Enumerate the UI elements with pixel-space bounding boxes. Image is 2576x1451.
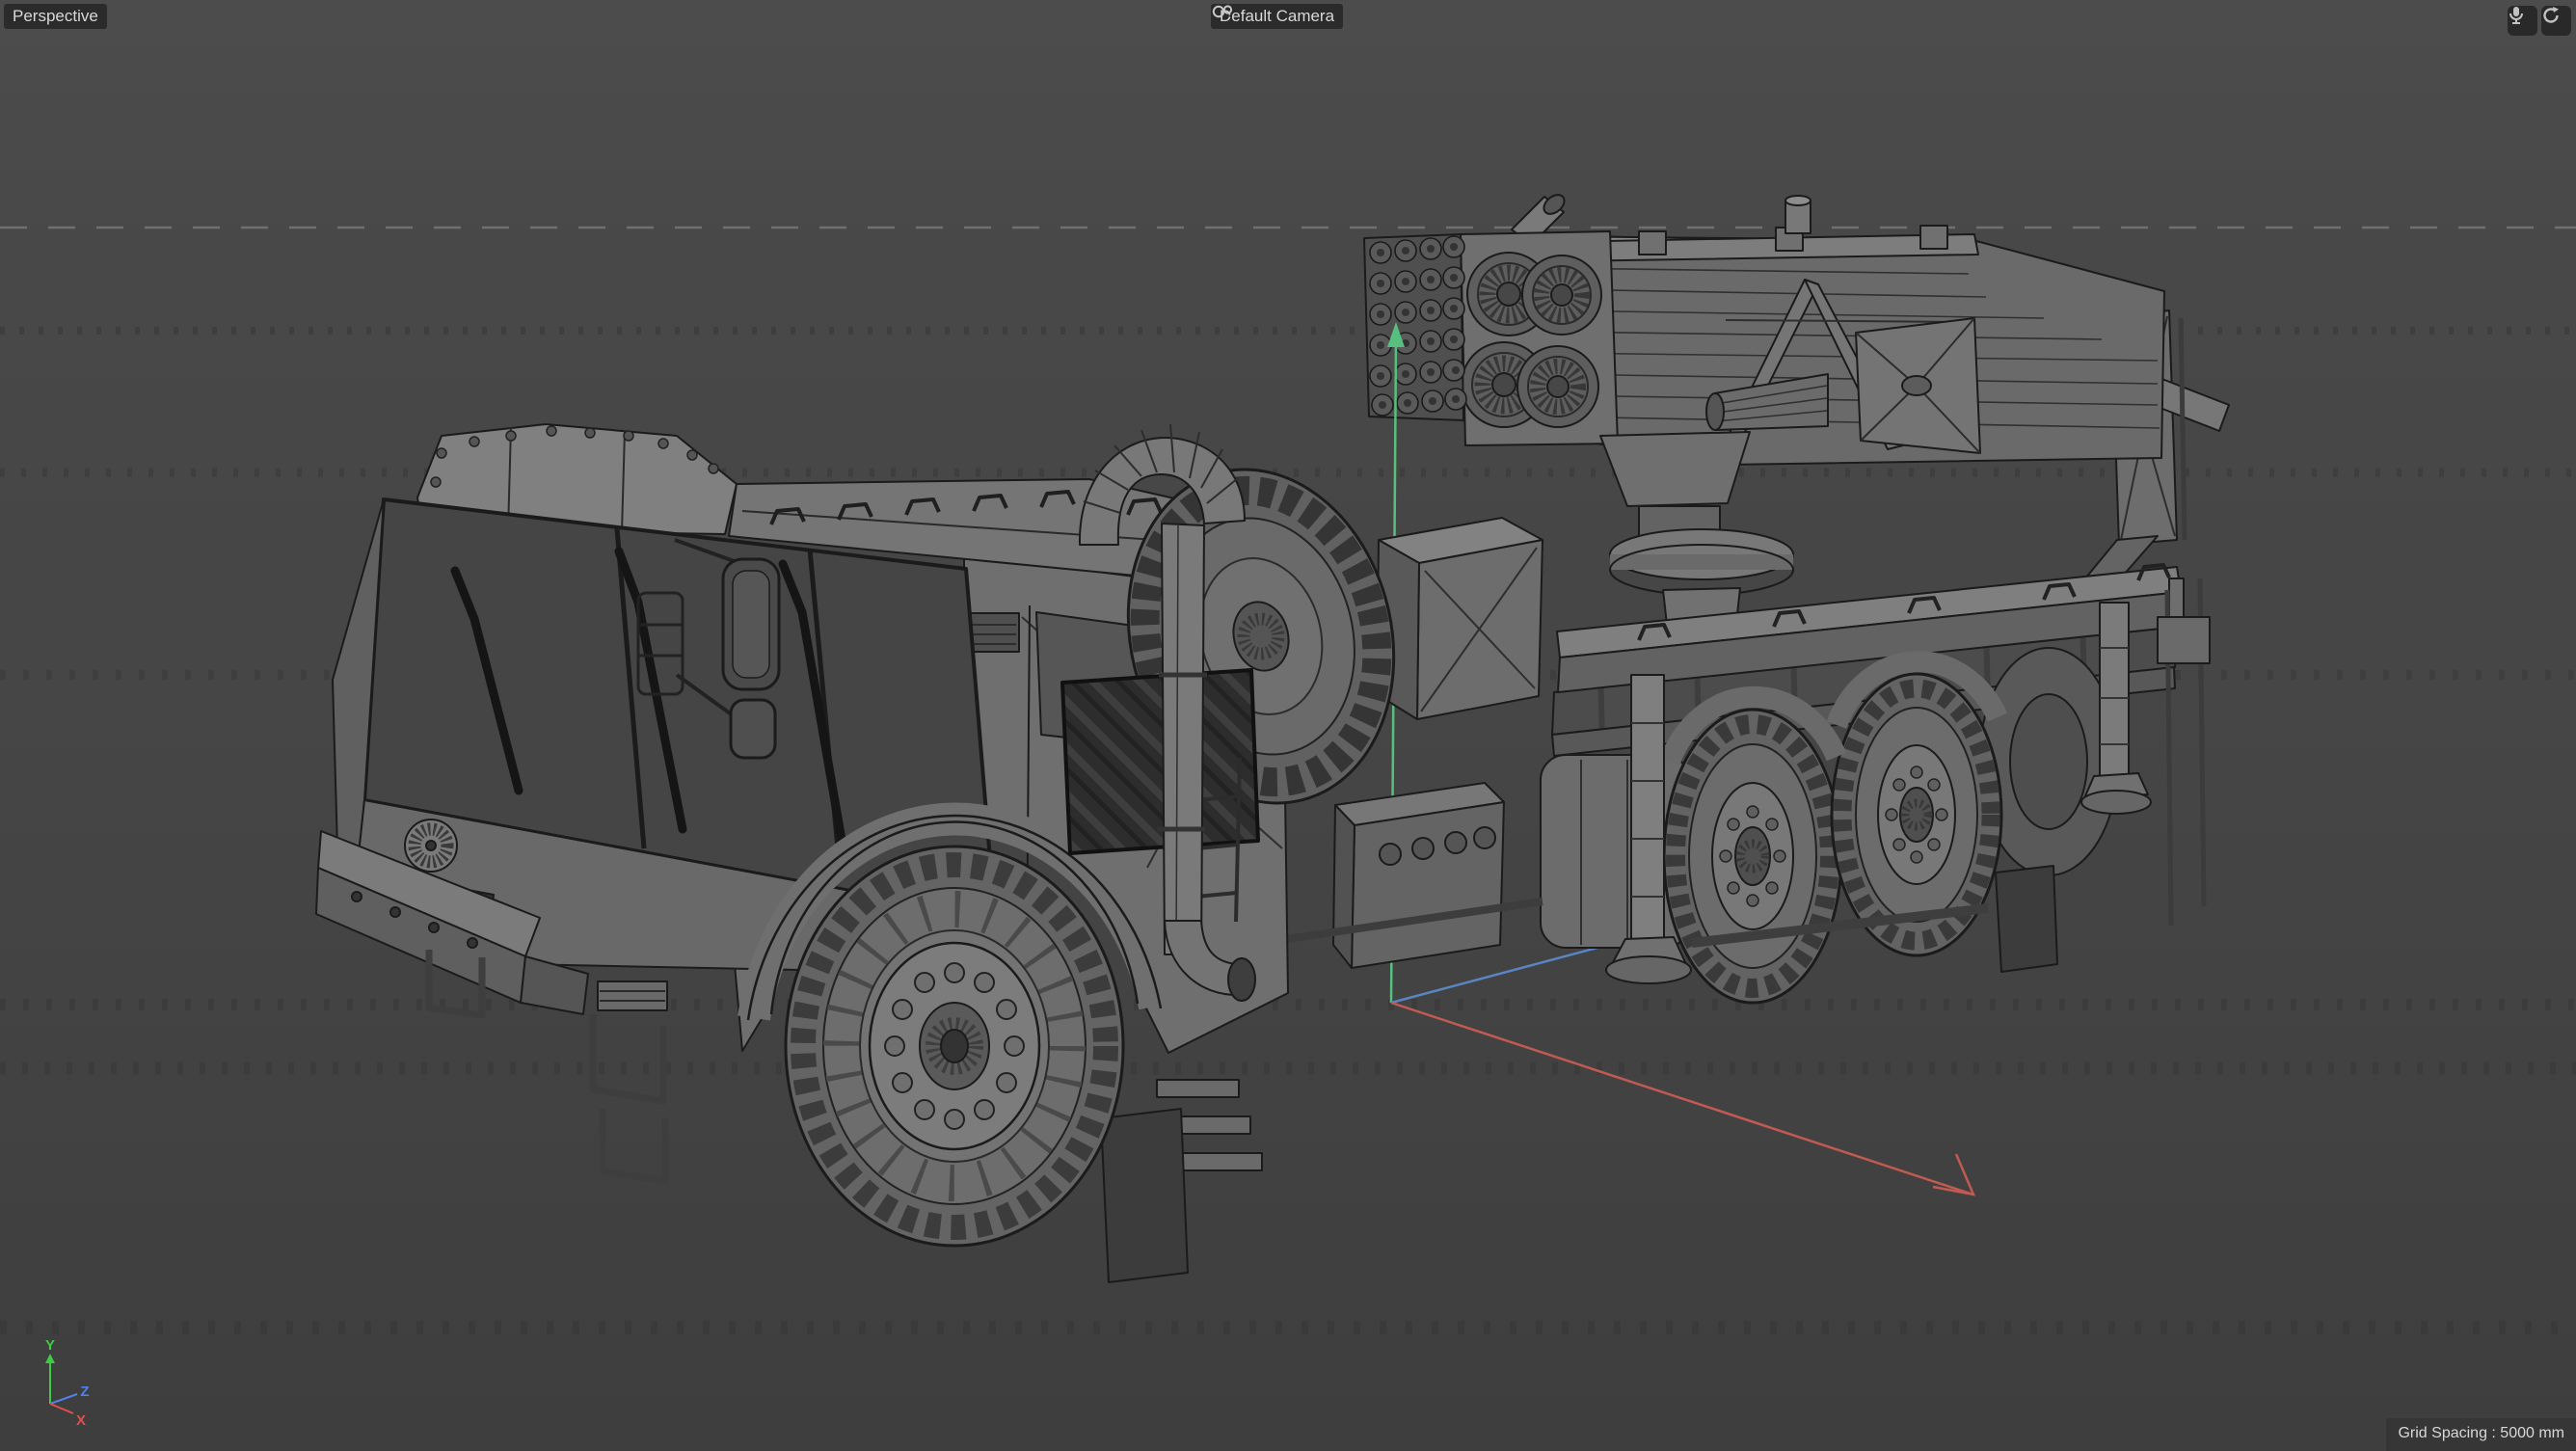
equipment-box [1376, 517, 1543, 720]
fold-step [597, 981, 668, 1011]
world-x-axis [1390, 1001, 1976, 1196]
viewport: Y Z X Perspective Default Camera Grid Sp… [0, 0, 2576, 1451]
gizmo-x-label: X [76, 1412, 86, 1429]
sync-button[interactable] [2541, 6, 2571, 36]
gizmo-y-label: Y [45, 1337, 55, 1354]
grid-spacing-label: Grid Spacing : 5000 mm [2386, 1418, 2576, 1451]
microphone-icon [2509, 7, 2523, 24]
front-wheel [738, 802, 1171, 1248]
view-mode-label[interactable]: Perspective [4, 4, 107, 29]
microphone-button[interactable] [2508, 6, 2537, 36]
diamond-plate-box [1060, 668, 1260, 855]
rear-mudflap [1995, 865, 2058, 973]
camera-label[interactable]: Default Camera [1211, 4, 1344, 29]
viewport-canvas[interactable]: Y Z X [0, 0, 2576, 1451]
rear-wheel-1 [1662, 708, 1843, 1005]
battery-box [1332, 782, 1505, 969]
camera-name: Default Camera [1220, 7, 1335, 25]
launcher-gusset-plate [1855, 317, 1981, 454]
front-emblem [404, 819, 458, 873]
truck-model [315, 423, 2211, 1283]
sync-icon [2543, 7, 2559, 23]
front-mudflap [1100, 1108, 1189, 1283]
gizmo-z-label: Z [80, 1384, 89, 1400]
axis-gizmo: Y Z X [45, 1337, 90, 1429]
camera-icon [1212, 5, 1233, 19]
